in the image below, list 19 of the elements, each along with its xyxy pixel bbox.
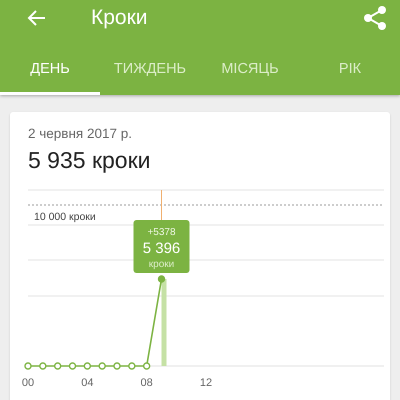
screen-title: Кроки (91, 6, 149, 30)
tab[interactable]: ТИЖДЕНЬ (100, 45, 200, 95)
axis-label: 12 (200, 377, 212, 389)
tab[interactable]: ДЕНЬ (0, 45, 100, 95)
axis-label: 00 (22, 377, 34, 389)
axis-label: 04 (81, 377, 94, 389)
share-icon[interactable] (364, 6, 386, 30)
step-total: 5 935 кроки (27, 147, 152, 174)
tooltip-unit: кроки (148, 259, 174, 270)
date-label: 2 червня 2017 р. (27, 126, 134, 141)
cursor-line (161, 190, 162, 220)
back-arrow-icon[interactable] (27, 8, 47, 28)
tooltip-delta: +5378 (147, 227, 176, 238)
tab[interactable]: МІСЯЦЬ (200, 45, 300, 95)
axis-label: 08 (140, 377, 153, 389)
tab[interactable]: РІК (300, 45, 400, 95)
goal-label: 10 000 кроки (34, 211, 96, 223)
tooltip-value: 5 396 (142, 240, 180, 257)
tooltip (134, 220, 190, 273)
